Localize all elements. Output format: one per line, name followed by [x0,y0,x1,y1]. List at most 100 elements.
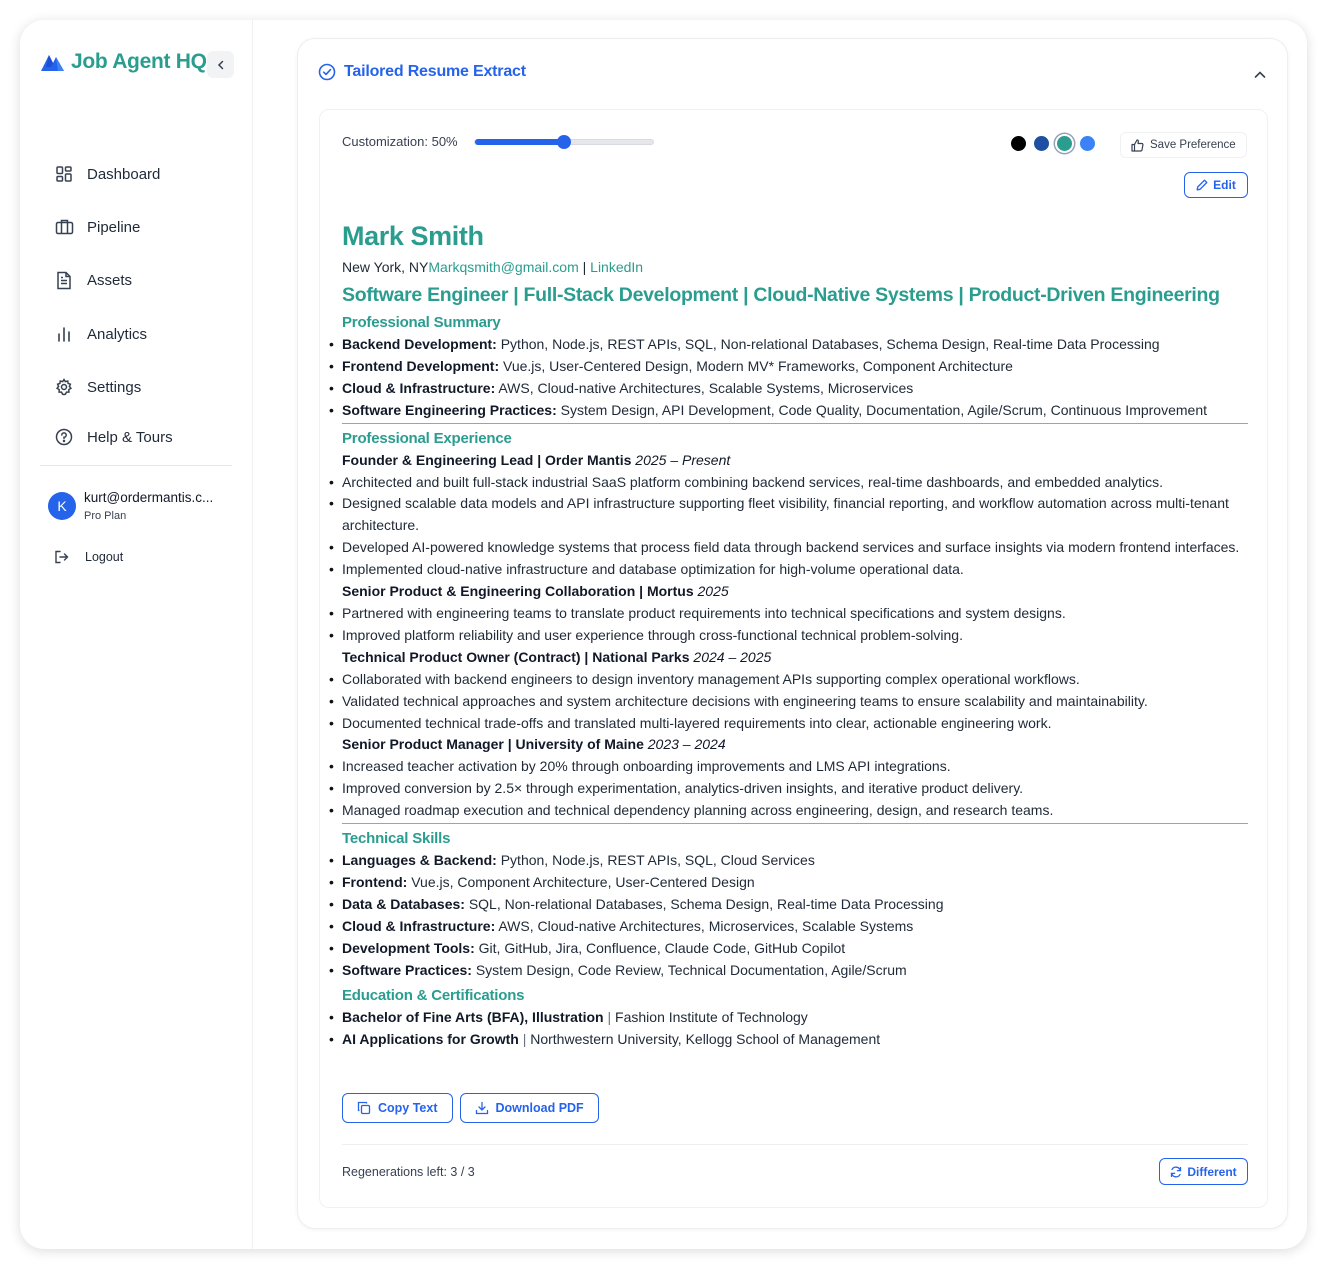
briefcase-icon [54,217,74,237]
sidebar-item-analytics[interactable]: Analytics [54,320,234,348]
edit-button[interactable]: Edit [1184,172,1248,198]
skill-item: Data & Databases: SQL, Non-relational Da… [329,894,1248,916]
job-bullet: Architected and built full-stack industr… [329,472,1248,494]
copy-icon [357,1101,371,1115]
summary-list: Backend Development: Python, Node.js, RE… [329,334,1248,422]
refresh-icon [1171,1166,1182,1177]
job-title: Senior Product Manager | University of M… [342,734,1248,756]
item-label: Bachelor of Fine Arts (BFA), Illustratio… [342,1009,604,1026]
grid-icon [54,164,74,184]
item-text: Fashion Institute of Technology [615,1009,808,1026]
item-text: Python, Node.js, REST APIs, SQL, Non-rel… [496,336,1160,352]
item-text: System Design, Code Review, Technical Do… [471,961,907,978]
sidebar-item-label: Settings [87,378,142,396]
job-title: Senior Product & Engineering Collaborati… [342,581,1248,603]
save-preference-button[interactable]: Save Preference [1120,132,1247,158]
sidebar-item-settings[interactable]: Settings [54,373,234,401]
card-header[interactable]: Tailored Resume Extract [318,63,526,81]
download-pdf-button[interactable]: Download PDF [459,1093,599,1123]
sidebar-item-label: Pipeline [87,218,141,236]
summary-item: Frontend Development: Vue.js, User-Cente… [329,356,1248,378]
job-role: Technical Product Owner (Contract) | Nat… [342,648,694,665]
item-text: System Design, API Development, Code Qua… [556,401,1208,418]
linkedin-link[interactable]: LinkedIn [590,259,643,275]
color-swatch[interactable] [1080,136,1095,151]
color-swatch[interactable] [1057,136,1072,151]
job-bullet: Improved platform reliability and user e… [329,625,1248,647]
logout-button[interactable]: Logout [54,550,123,564]
slider-thumb[interactable] [556,134,571,149]
item-label: Languages & Backend: [342,852,497,869]
section-divider [342,422,1248,424]
sidebar-item-label: Assets [87,271,133,289]
job-dates: 2025 – Present [635,451,731,468]
item-text: Vue.js, User-Centered Design, Modern MV*… [499,357,1013,374]
sidebar-item-label: Dashboard [87,165,161,183]
color-swatch[interactable] [1034,136,1049,151]
user-plan: Pro Plan [84,510,127,522]
sidebar-item-pipeline[interactable]: Pipeline [54,213,234,241]
sidebar-divider [40,465,232,466]
job-bullet: Partnered with engineering teams to tran… [329,603,1248,625]
item-label: Frontend: [342,873,408,890]
skill-item: Frontend: Vue.js, Component Architecture… [329,872,1248,894]
item-label: Backend Development: [342,336,497,352]
job-dates: 2025 [697,583,729,600]
different-button[interactable]: Different [1159,1158,1248,1185]
item-label: AI Applications for Growth [342,1031,519,1048]
job-bullet: Implemented cloud-native infrastructure … [329,559,1248,581]
mountain-logo-icon [41,55,64,71]
color-swatches [1011,136,1103,151]
chevron-left-icon [217,60,223,69]
download-pdf-label: Download PDF [495,1101,584,1115]
footer-divider [342,1144,1248,1145]
email-link[interactable]: Markqsmith@gmail.com [428,259,578,275]
brand-name: Job Agent HQ [71,50,207,73]
color-swatch[interactable] [1011,136,1026,151]
copy-text-label: Copy Text [378,1101,438,1115]
item-text: Vue.js, Component Architecture, User-Cen… [407,873,755,890]
bar-chart-icon [54,324,74,344]
user-profile[interactable]: K kurt@ordermantis.c... Pro Plan [48,490,213,522]
section-divider [342,823,1248,825]
job-bullets: Partnered with engineering teams to tran… [329,603,1248,647]
summary-item: Cloud & Infrastructure: AWS, Cloud-nativ… [329,378,1248,400]
skill-item: Cloud & Infrastructure: AWS, Cloud-nativ… [329,916,1248,938]
resume-headline: Software Engineer | Full-Stack Developme… [342,284,1220,306]
regenerations-left: Regenerations left: 3 / 3 [342,1165,475,1179]
avatar: K [48,492,76,520]
item-text: Git, GitHub, Jira, Confluence, Claude Co… [474,939,846,956]
download-icon [475,1101,488,1115]
job-title: Founder & Engineering Lead | Order Manti… [342,450,1248,472]
thumbs-up-icon [1131,138,1144,152]
chevron-up-icon[interactable] [1252,67,1268,83]
education-list: Bachelor of Fine Arts (BFA), Illustratio… [329,1007,1248,1051]
sidebar-item-assets[interactable]: Assets [54,266,234,294]
section-heading-experience: Professional Experience [342,429,512,447]
summary-item: Backend Development: Python, Node.js, RE… [329,334,1248,356]
save-preference-label: Save Preference [1150,139,1236,151]
different-label: Different [1187,1164,1237,1179]
contact-line: New York, NYMarkqsmith@gmail.com | Linke… [342,258,1248,276]
sidebar-item-help-tours[interactable]: Help & Tours [54,423,234,451]
collapse-sidebar-button[interactable] [207,51,234,78]
job-role: Senior Product & Engineering Collaborati… [342,583,698,600]
resume-panel: Customization: 50% Save Preference Edit … [319,109,1268,1208]
section-heading-skills: Technical Skills [342,830,451,848]
job-bullet: Increased teacher activation by 20% thro… [329,756,1248,778]
app-window: Job Agent HQ Dashboard Pipeline Assets A… [20,20,1307,1249]
sidebar: Job Agent HQ Dashboard Pipeline Assets A… [20,20,253,1249]
skill-item: Languages & Backend: Python, Node.js, RE… [329,850,1248,872]
sidebar-item-label: Analytics [87,325,148,343]
item-text: SQL, Non-relational Databases, Schema De… [464,895,944,912]
customization-slider[interactable] [473,134,654,149]
copy-text-button[interactable]: Copy Text [342,1093,453,1123]
sidebar-item-dashboard[interactable]: Dashboard [54,160,234,188]
brand-logo[interactable]: Job Agent HQ [40,50,207,74]
logout-icon [55,550,69,564]
job-bullet: Managed roadmap execution and technical … [329,800,1248,822]
education-item: AI Applications for Growth | Northwester… [329,1029,1248,1051]
sidebar-item-label: Help & Tours [87,428,173,446]
item-label: Software Practices: [342,961,472,978]
item-label: Cloud & Infrastructure: [342,379,496,396]
